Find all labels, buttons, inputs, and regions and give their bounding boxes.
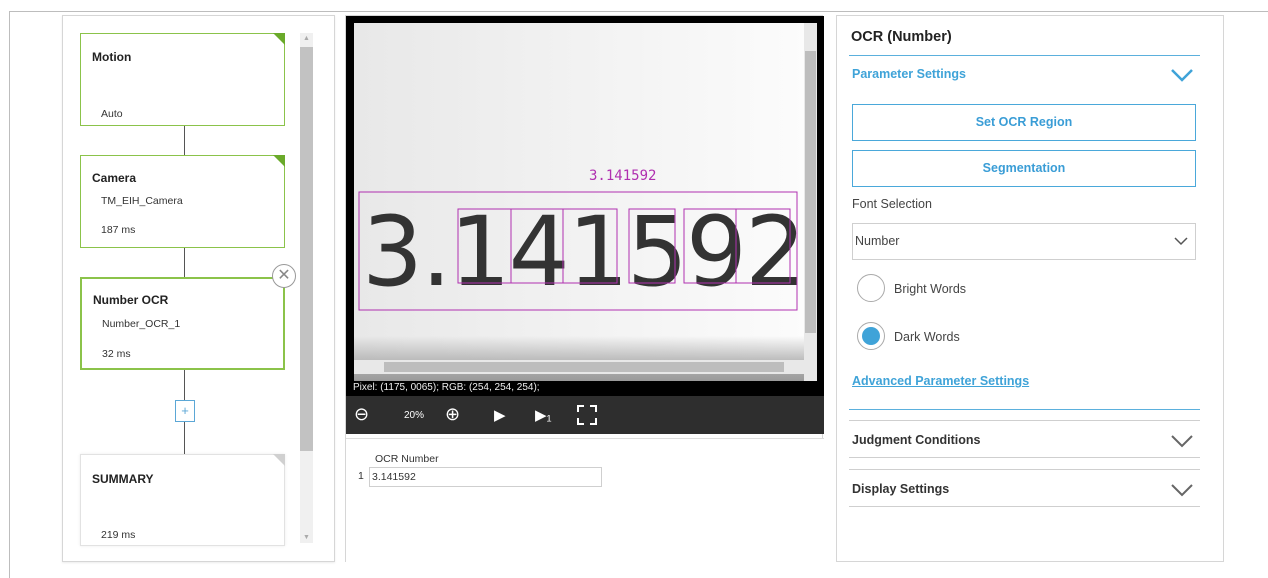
ocr-result-table: OCR Number 1 3.141592: [346, 438, 824, 563]
divider: [849, 420, 1200, 421]
divider: [849, 506, 1200, 507]
section-judgment-conditions[interactable]: Judgment Conditions: [852, 433, 980, 447]
section-parameter-settings[interactable]: Parameter Settings: [852, 67, 966, 81]
camera-image[interactable]: 3.141592 3.141592: [354, 23, 812, 381]
selected-value: Number: [855, 234, 900, 248]
dark-words-radio[interactable]: [857, 322, 885, 350]
node-time: Auto: [101, 108, 123, 120]
image-digits: 3.141592: [362, 196, 804, 308]
font-selection-dropdown[interactable]: Number: [852, 223, 1196, 260]
table-cell: 3.141592: [369, 467, 602, 487]
scroll-up-icon[interactable]: ▲: [303, 35, 310, 42]
image-panel: 3.141592 3.141592 Pixel: (1175, 0065); R…: [345, 15, 824, 563]
ocr-overlay: 3.141592 3.141592: [358, 168, 806, 311]
flow-node-number-ocr[interactable]: Number OCR Number_OCR_1 32 ms: [80, 277, 285, 370]
pixel-status: Pixel: (1175, 0065); RGB: (254, 254, 254…: [353, 382, 540, 393]
settings-panel: OCR (Number) Parameter Settings Set OCR …: [836, 15, 1224, 562]
scrollbar-thumb[interactable]: [384, 362, 784, 372]
set-ocr-region-button[interactable]: Set OCR Region: [852, 104, 1196, 141]
node-time: 219 ms: [101, 529, 136, 541]
scrollbar-thumb[interactable]: [805, 51, 816, 333]
chevron-down-icon[interactable]: [1170, 482, 1194, 498]
scroll-down-icon[interactable]: ▼: [303, 534, 310, 541]
zoom-level: 20%: [404, 410, 425, 421]
close-icon[interactable]: ✕: [272, 264, 296, 288]
flow-connector: [184, 370, 185, 400]
node-status-corner: [273, 454, 285, 466]
ocr-result-label: 3.141592: [589, 168, 656, 184]
fit-screen-icon[interactable]: [577, 405, 597, 425]
section-display-settings[interactable]: Display Settings: [852, 482, 949, 496]
image-viewer: 3.141592 3.141592 Pixel: (1175, 0065); R…: [346, 16, 824, 434]
chevron-down-icon: [1174, 237, 1188, 246]
image-horizontal-scrollbar[interactable]: [354, 360, 804, 374]
scrollbar-thumb[interactable]: [300, 47, 313, 451]
node-status-corner: [273, 33, 285, 45]
segmentation-button[interactable]: Segmentation: [852, 150, 1196, 187]
row-index: 1: [358, 470, 364, 482]
flow-connector: [184, 422, 185, 454]
flow-connector: [184, 248, 185, 277]
flow-node-summary[interactable]: SUMMARY 219 ms: [80, 454, 285, 546]
flow-panel: Motion Auto Camera TM_EIH_Camera 187 ms …: [62, 15, 335, 562]
node-time: 32 ms: [102, 348, 131, 360]
flow-connector: [184, 126, 185, 155]
divider: [849, 457, 1200, 458]
image-toolbar: ⊖ 20% ⊕ ▶ ▶₁: [346, 396, 824, 434]
step-icon[interactable]: ▶₁: [535, 406, 552, 426]
node-status-corner: [273, 155, 285, 167]
node-title: Motion: [92, 50, 132, 64]
advanced-parameter-settings-link[interactable]: Advanced Parameter Settings: [852, 374, 1029, 388]
image-vertical-scrollbar[interactable]: [804, 23, 817, 381]
flow-scrollbar[interactable]: ▲ ▼: [300, 33, 313, 543]
divider: [849, 469, 1200, 470]
bright-words-radio[interactable]: [857, 274, 885, 302]
add-node-icon[interactable]: +: [175, 400, 195, 422]
zoom-in-icon[interactable]: ⊕: [445, 404, 460, 424]
node-title: Camera: [92, 171, 137, 185]
flow-node-camera[interactable]: Camera TM_EIH_Camera 187 ms: [80, 155, 285, 248]
divider: [849, 55, 1200, 56]
node-title: Number OCR: [93, 293, 169, 307]
node-title: SUMMARY: [92, 472, 154, 486]
chevron-down-icon[interactable]: [1170, 433, 1194, 449]
node-time: 187 ms: [101, 224, 136, 236]
bright-words-label: Bright Words: [894, 282, 967, 296]
column-header: OCR Number: [375, 453, 439, 465]
chevron-down-icon[interactable]: [1170, 67, 1194, 83]
play-icon[interactable]: ▶: [494, 406, 506, 426]
divider: [849, 409, 1200, 410]
dark-words-label: Dark Words: [894, 330, 960, 344]
zoom-out-icon[interactable]: ⊖: [354, 404, 369, 424]
font-selection-label: Font Selection: [852, 197, 932, 211]
panel-title: OCR (Number): [851, 29, 952, 45]
node-subtitle: TM_EIH_Camera: [101, 195, 183, 207]
node-subtitle: Number_OCR_1: [102, 318, 181, 330]
flow-node-motion[interactable]: Motion Auto: [80, 33, 285, 126]
